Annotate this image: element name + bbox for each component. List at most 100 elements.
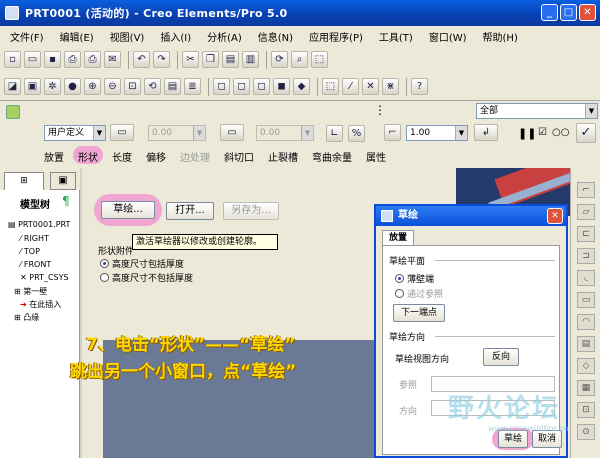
- save-as-button[interactable]: 另存为...: [223, 202, 279, 220]
- new-file-icon[interactable]: ▫: [4, 51, 21, 68]
- print-icon[interactable]: ⎙: [64, 51, 81, 68]
- punch-icon[interactable]: ⊙: [577, 424, 595, 440]
- form-icon[interactable]: ◇: [577, 358, 595, 374]
- tree-item-flange[interactable]: ⊞ 凸缘: [14, 312, 39, 323]
- copy-icon[interactable]: ❐: [202, 51, 219, 68]
- orient-icon[interactable]: ▣: [24, 78, 41, 95]
- undo-icon[interactable]: ↶: [133, 51, 150, 68]
- offset-type-1-icon[interactable]: ▭: [110, 124, 134, 141]
- open-button[interactable]: 打开...: [166, 202, 214, 220]
- print-preview-icon[interactable]: ⎙: [84, 51, 101, 68]
- through-reference-option[interactable]: 通过参照: [395, 287, 443, 300]
- tree-item-top[interactable]: ⁄ TOP: [20, 247, 40, 256]
- display-style-icon[interactable]: ●: [64, 78, 81, 95]
- next-endpoint-button[interactable]: 下一端点: [393, 304, 445, 322]
- no-hidden-icon[interactable]: ◻: [253, 78, 270, 95]
- paste-icon[interactable]: ▤: [222, 51, 239, 68]
- bend-side-icon[interactable]: ↲: [474, 124, 498, 141]
- extend-wall-icon[interactable]: ⊐: [577, 248, 595, 264]
- find-icon[interactable]: ⌕: [291, 51, 308, 68]
- tab-miter-cuts[interactable]: 斜切口: [224, 149, 254, 164]
- menu-help[interactable]: 帮助(H): [483, 29, 518, 44]
- cut-icon[interactable]: ✂: [182, 51, 199, 68]
- spin-center-icon[interactable]: ✲: [44, 78, 61, 95]
- menu-edit[interactable]: 编辑(E): [60, 29, 94, 44]
- corner-relief-icon[interactable]: ⊡: [577, 402, 595, 418]
- flange-wall-icon[interactable]: ⊏: [577, 226, 595, 242]
- tree-item-insert-here[interactable]: ➔ 在此插入: [20, 299, 61, 310]
- menu-tools[interactable]: 工具(T): [379, 29, 413, 44]
- tab-length[interactable]: 长度: [112, 149, 132, 164]
- value-field-3[interactable]: 1.00 ▼: [406, 125, 468, 141]
- menu-view[interactable]: 视图(V): [110, 29, 145, 44]
- select-box-icon[interactable]: ⬚: [311, 51, 328, 68]
- tree-settings-icon[interactable]: ¶: [62, 194, 70, 208]
- apply-check-icon[interactable]: ✓: [576, 123, 596, 143]
- zoom-out-icon[interactable]: ⊖: [104, 78, 121, 95]
- folder-browser-tab-icon[interactable]: ▣: [50, 172, 76, 190]
- menu-window[interactable]: 窗口(W): [429, 29, 467, 44]
- regenerate-icon[interactable]: ⟳: [271, 51, 288, 68]
- datum-axes-icon[interactable]: ⁄: [342, 78, 359, 95]
- tab-placement[interactable]: 放置: [382, 230, 414, 246]
- sketch-button[interactable]: 草绘...: [101, 201, 155, 219]
- menu-info[interactable]: 信息(N): [258, 29, 293, 44]
- angle-icon[interactable]: ∟: [326, 125, 343, 142]
- tab-placement[interactable]: 放置: [44, 149, 64, 164]
- saved-views-icon[interactable]: ▤: [164, 78, 181, 95]
- value-field-2[interactable]: 0.00 ▼: [256, 125, 314, 141]
- rip-icon[interactable]: ▤: [577, 336, 595, 352]
- unbend-icon[interactable]: ▭: [577, 292, 595, 308]
- preview-checkbox-icon[interactable]: ☑: [538, 127, 547, 138]
- model-tree-tab-icon[interactable]: ⊞: [4, 172, 44, 190]
- height-includes-thickness-option[interactable]: 高度尺寸包括厚度: [100, 257, 184, 270]
- flip-thickness-icon[interactable]: %: [348, 125, 365, 142]
- tree-item-csys[interactable]: ✕ PRT_CSYS: [20, 273, 69, 282]
- datum-planes-icon[interactable]: ⬚: [322, 78, 339, 95]
- tab-offset[interactable]: 偏移: [146, 149, 166, 164]
- refit-icon[interactable]: ⊡: [124, 78, 141, 95]
- filter-select[interactable]: 全部 ▼: [476, 103, 598, 119]
- tab-edge-treatment[interactable]: 边处理: [180, 149, 210, 164]
- enhanced-realism-icon[interactable]: ◆: [293, 78, 310, 95]
- pause-icon[interactable]: ❚❚: [518, 127, 536, 140]
- menu-file[interactable]: 文件(F): [10, 29, 44, 44]
- tree-item-first-wall[interactable]: ⊞ 第一壁: [14, 286, 47, 297]
- save-icon[interactable]: ▪: [44, 51, 61, 68]
- flip-button[interactable]: 反向: [483, 348, 519, 366]
- tab-bend-allowance[interactable]: 弯曲余量: [312, 149, 352, 164]
- layers-icon[interactable]: ≣: [184, 78, 201, 95]
- sheetmetal-tool-icon[interactable]: ⌐: [577, 182, 595, 198]
- zoom-in-icon[interactable]: ⊕: [84, 78, 101, 95]
- datum-points-icon[interactable]: ✕: [362, 78, 379, 95]
- redo-icon[interactable]: ↷: [153, 51, 170, 68]
- flatten-icon[interactable]: ▦: [577, 380, 595, 396]
- bend-back-icon[interactable]: ◠: [577, 314, 595, 330]
- value-field-1[interactable]: 0.00 ▼: [148, 125, 206, 141]
- open-file-icon[interactable]: ▭: [24, 51, 41, 68]
- tree-item-front[interactable]: ⁄ FRONT: [20, 260, 51, 269]
- reorient-icon[interactable]: ⟲: [144, 78, 161, 95]
- tab-relief[interactable]: 止裂槽: [268, 149, 298, 164]
- tree-item-right[interactable]: ⁄ RIGHT: [20, 234, 49, 243]
- glasses-icon[interactable]: ○○: [552, 127, 569, 138]
- tab-properties[interactable]: 属性: [366, 149, 386, 164]
- minimize-button[interactable]: _: [541, 4, 558, 21]
- close-icon[interactable]: ✕: [547, 208, 563, 224]
- thin-wall-end-option[interactable]: 薄壁端: [395, 272, 434, 285]
- menu-analysis[interactable]: 分析(A): [207, 29, 242, 44]
- bend-icon[interactable]: ◟: [577, 270, 595, 286]
- coordinate-systems-icon[interactable]: ⋇: [382, 78, 399, 95]
- help-what-is-this-icon[interactable]: ?: [411, 78, 428, 95]
- flat-wall-icon[interactable]: ▱: [577, 204, 595, 220]
- hidden-line-icon[interactable]: ◻: [233, 78, 250, 95]
- wireframe-icon[interactable]: ◻: [213, 78, 230, 95]
- user-defined-select[interactable]: 用户定义 ▼: [44, 125, 106, 141]
- tree-item-part[interactable]: ▤ PRT0001.PRT: [8, 220, 70, 229]
- close-button[interactable]: ✕: [579, 4, 596, 21]
- menu-insert[interactable]: 插入(I): [160, 29, 191, 44]
- repaint-icon[interactable]: ◪: [4, 78, 21, 95]
- email-icon[interactable]: ✉: [104, 51, 121, 68]
- paste-special-icon[interactable]: ▥: [242, 51, 259, 68]
- menu-applications[interactable]: 应用程序(P): [309, 29, 363, 44]
